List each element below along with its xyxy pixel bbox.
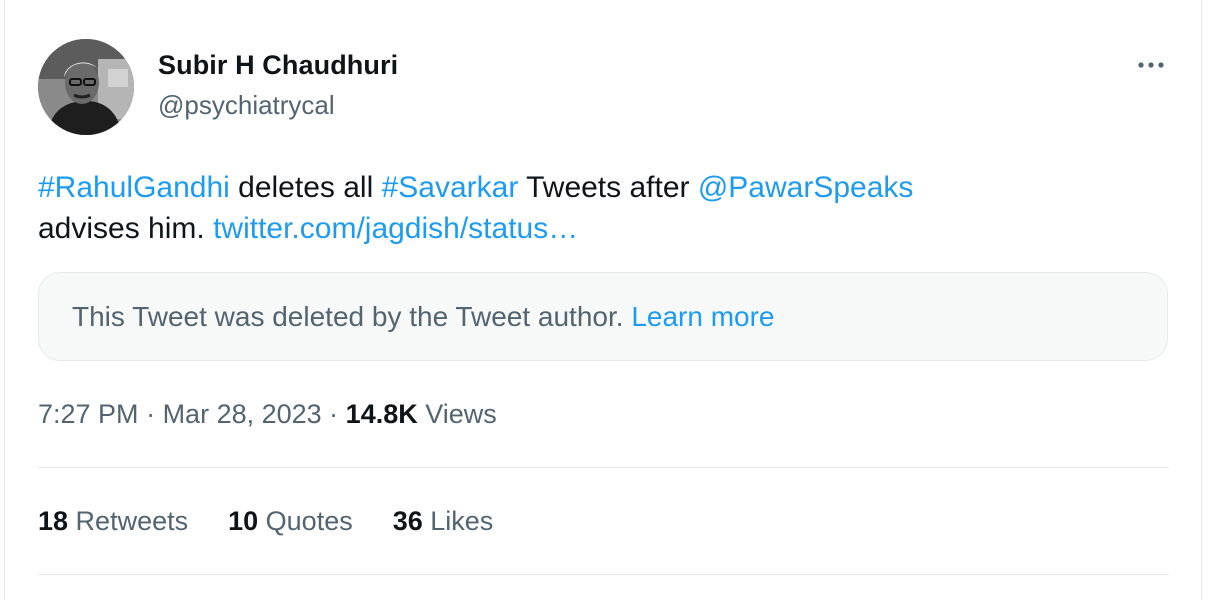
engagement-stats: 18 Retweets 10 Quotes 36 Likes <box>38 506 533 537</box>
views-count: 14.8K <box>345 399 418 429</box>
learn-more-link[interactable]: Learn more <box>631 301 774 332</box>
meta-separator: · <box>321 399 346 429</box>
tweet-text-segment: advises him. <box>38 212 214 245</box>
hashtag-savarkar[interactable]: #Savarkar <box>382 171 519 204</box>
retweets-label: Retweets <box>68 506 189 536</box>
tweet-meta: 7:27 PM · Mar 28, 2023 · 14.8K Views <box>38 399 497 430</box>
likes-stat[interactable]: 36 Likes <box>393 506 494 537</box>
tweet-date[interactable]: Mar 28, 2023 <box>163 399 322 429</box>
tweet-text: #RahulGandhi deletes all #Savarkar Tweet… <box>38 167 1138 249</box>
tweet-text-segment: Tweets after <box>518 171 698 204</box>
divider <box>38 467 1169 468</box>
avatar[interactable] <box>38 39 134 135</box>
quotes-count: 10 <box>228 506 259 536</box>
retweets-count: 18 <box>38 506 69 536</box>
mention-pawarspeaks[interactable]: @PawarSpeaks <box>698 171 914 204</box>
meta-separator: · <box>138 399 163 429</box>
likes-label: Likes <box>422 506 494 536</box>
tweet-text-segment: deletes all <box>229 171 382 204</box>
hashtag-rahulgandhi[interactable]: #RahulGandhi <box>38 171 230 204</box>
author-handle[interactable]: @psychiatrycal <box>158 90 335 121</box>
deleted-message: This Tweet was deleted by the Tweet auth… <box>72 301 632 332</box>
views-label: Views <box>417 399 497 429</box>
author-name[interactable]: Subir H Chaudhuri <box>158 50 398 81</box>
more-horizontal-icon <box>1138 62 1164 68</box>
deleted-quote-box: This Tweet was deleted by the Tweet auth… <box>38 272 1168 361</box>
deleted-tweet-notice: This Tweet was deleted by the Tweet auth… <box>72 301 775 333</box>
likes-count: 36 <box>392 506 423 536</box>
divider <box>38 574 1169 575</box>
quotes-stat[interactable]: 10 Quotes <box>228 506 353 537</box>
more-options-button[interactable] <box>1131 53 1171 77</box>
tweet-time[interactable]: 7:27 PM <box>38 399 139 429</box>
retweets-stat[interactable]: 18 Retweets <box>38 506 188 537</box>
quotes-label: Quotes <box>258 506 353 536</box>
tweet-url-link[interactable]: twitter.com/jagdish/status… <box>213 212 578 245</box>
